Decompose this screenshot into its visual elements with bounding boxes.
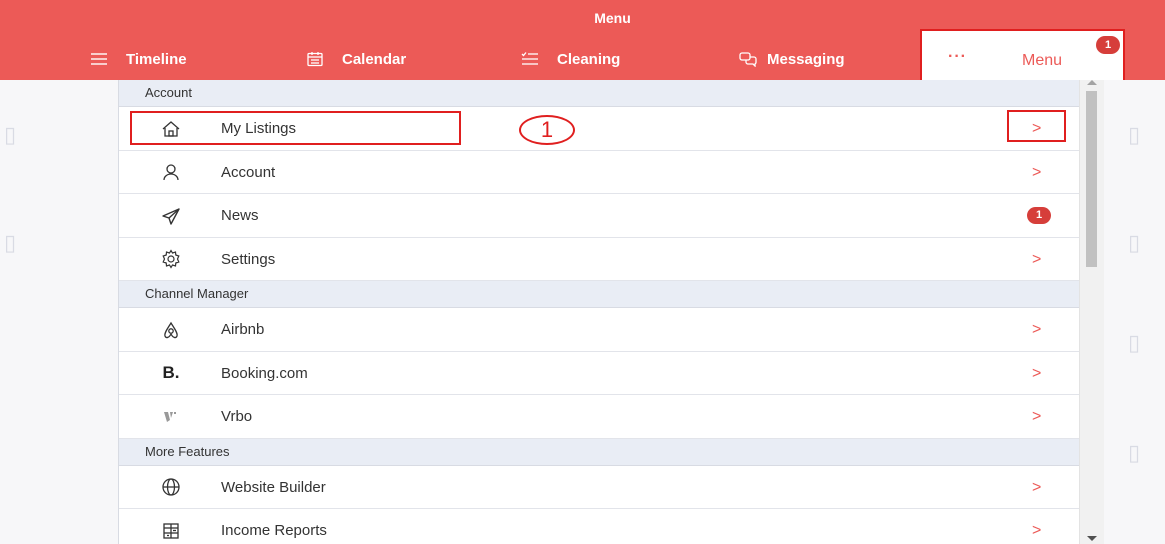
nav-calendar[interactable]: Calendar xyxy=(306,48,406,70)
page-title: Menu xyxy=(594,10,631,26)
chevron-right-icon[interactable]: > xyxy=(1032,151,1041,194)
section-header-account: Account xyxy=(119,80,1079,107)
chevron-right-icon[interactable]: > xyxy=(1032,509,1041,544)
highlight-my-listings xyxy=(130,111,461,145)
airbnb-icon xyxy=(159,308,183,351)
user-icon xyxy=(159,151,183,194)
menu-item-label: Website Builder xyxy=(221,478,326,496)
timeline-icon xyxy=(90,51,108,67)
menu-item-settings[interactable]: Settings > xyxy=(119,238,1079,281)
menu-item-label: Settings xyxy=(221,250,276,268)
menu-panel: Account My Listings > Account > News 1 S… xyxy=(118,80,1079,544)
chevron-right-icon[interactable]: > xyxy=(1032,466,1041,509)
menu-item-account[interactable]: Account > xyxy=(119,151,1079,194)
ghost-icon: ▯ xyxy=(4,230,17,255)
nav-timeline-label: Timeline xyxy=(126,50,187,68)
send-icon xyxy=(159,194,183,237)
menu-item-label: Booking.com xyxy=(221,364,308,382)
top-bar: Menu Timeline Calendar Cleaning Messagin… xyxy=(0,0,1165,87)
menu-item-vrbo[interactable]: Vrbo > xyxy=(119,395,1079,439)
menu-item-income-reports[interactable]: Income Reports > xyxy=(119,509,1079,544)
chevron-right-icon[interactable]: > xyxy=(1032,395,1041,438)
section-header-channel-manager: Channel Manager xyxy=(119,281,1079,308)
chevron-right-icon[interactable]: > xyxy=(1032,352,1041,395)
menu-item-airbnb[interactable]: Airbnb > xyxy=(119,308,1079,352)
highlight-my-listings-chevron xyxy=(1007,110,1066,142)
menu-tab[interactable]: ··· Menu xyxy=(920,29,1125,87)
menu-item-booking[interactable]: B. Booking.com > xyxy=(119,352,1079,395)
scroll-up-arrow-icon[interactable] xyxy=(1087,80,1097,85)
scroll-down-arrow-icon[interactable] xyxy=(1087,536,1097,541)
nav-messaging-label: Messaging xyxy=(767,50,845,68)
menu-notification-badge: 1 xyxy=(1096,36,1120,54)
nav-cleaning-label: Cleaning xyxy=(557,50,621,68)
menu-item-news[interactable]: News 1 xyxy=(119,194,1079,238)
menu-item-label: Account xyxy=(221,163,276,181)
gear-icon xyxy=(159,238,183,281)
ghost-icon: ▯ xyxy=(1128,230,1141,255)
menu-item-label: News xyxy=(221,207,259,224)
menu-item-label: Vrbo xyxy=(221,408,253,425)
report-icon xyxy=(159,509,183,544)
ghost-icon: ▯ xyxy=(4,122,17,147)
ghost-icon: ▯ xyxy=(1128,440,1141,465)
section-header-more-features: More Features xyxy=(119,438,1079,466)
cleaning-icon xyxy=(521,51,539,67)
menu-tab-label: Menu xyxy=(1022,52,1063,69)
booking-icon: B. xyxy=(162,363,180,382)
menu-item-label: Income Reports xyxy=(221,522,327,539)
more-dots-icon: ··· xyxy=(948,48,967,65)
nav-messaging[interactable]: Messaging xyxy=(739,48,845,70)
nav-calendar-label: Calendar xyxy=(342,50,407,68)
vrbo-icon xyxy=(159,395,183,438)
step-number-badge: 1 xyxy=(519,115,575,145)
ghost-icon: ▯ xyxy=(1128,122,1141,147)
background-right: ▯ ▯ ▯ ▯ xyxy=(1104,80,1165,544)
ghost-icon: ▯ xyxy=(1128,330,1141,355)
messaging-icon xyxy=(739,51,757,67)
chevron-right-icon[interactable]: > xyxy=(1032,308,1041,351)
scrollbar-thumb[interactable] xyxy=(1086,91,1097,267)
nav-cleaning[interactable]: Cleaning xyxy=(521,48,620,70)
globe-icon xyxy=(159,466,183,509)
news-count-badge: 1 xyxy=(1027,207,1051,224)
menu-item-website-builder[interactable]: Website Builder > xyxy=(119,466,1079,509)
background-left: ▯ ▯ xyxy=(0,80,118,544)
menu-item-label: Airbnb xyxy=(221,321,265,338)
calendar-icon xyxy=(306,51,324,67)
nav-timeline[interactable]: Timeline xyxy=(90,48,187,70)
chevron-right-icon[interactable]: > xyxy=(1032,238,1041,281)
